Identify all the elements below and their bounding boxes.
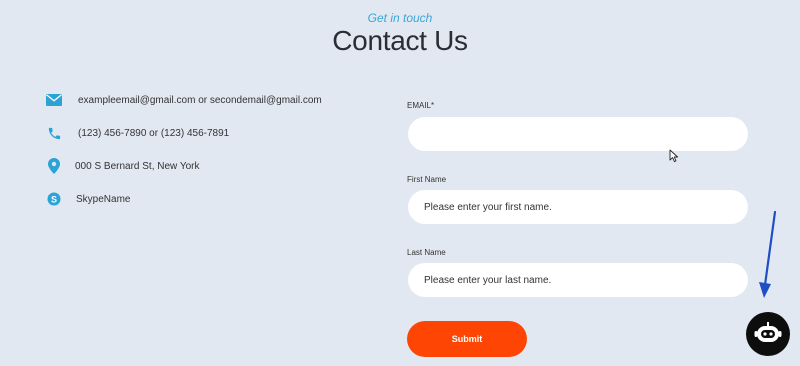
page-title: Contact Us (332, 25, 468, 56)
last-name-label: Last Name (407, 248, 446, 257)
contact-phone-link[interactable]: (123) 456-7890 or (123) 456-7891 (78, 128, 229, 139)
contact-address-row: 000 S Bernard St, New York (46, 158, 200, 174)
chatbot-icon (754, 322, 782, 342)
svg-text:S: S (51, 194, 57, 204)
chat-widget-button[interactable] (746, 312, 790, 356)
contact-email-link[interactable]: exampleemail@gmail.com or secondemail@gm… (78, 95, 322, 106)
contact-skype-row: S SkypeName (46, 191, 130, 207)
last-name-field[interactable] (408, 263, 748, 297)
map-pin-icon (46, 158, 62, 174)
skype-icon: S (46, 191, 62, 207)
section-eyebrow: Get in touch (367, 11, 433, 25)
mouse-cursor-icon (669, 149, 679, 163)
envelope-icon (46, 92, 62, 108)
email-field[interactable] (408, 117, 748, 151)
phone-icon (46, 125, 62, 141)
email-label: EMAIL* (407, 101, 435, 110)
contact-email-row: exampleemail@gmail.com or secondemail@gm… (46, 92, 322, 108)
submit-button[interactable]: Submit (407, 321, 527, 357)
contact-phone-row: (123) 456-7890 or (123) 456-7891 (46, 125, 229, 141)
first-name-field[interactable] (408, 190, 748, 224)
first-name-label: First Name (407, 175, 447, 184)
contact-skype-link[interactable]: SkypeName (76, 194, 130, 205)
contact-address: 000 S Bernard St, New York (75, 160, 200, 172)
